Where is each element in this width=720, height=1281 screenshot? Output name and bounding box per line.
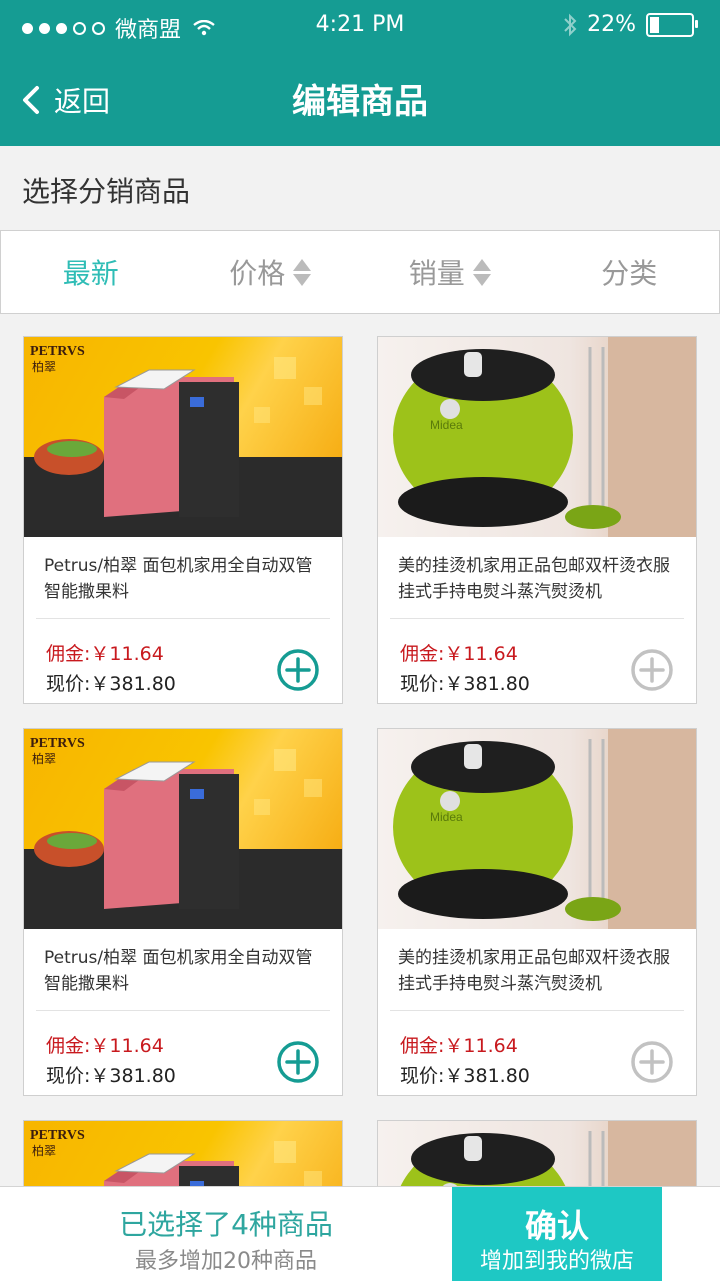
- garment-steamer-image: Midea: [398, 1121, 696, 1191]
- card-divider: [36, 1010, 330, 1011]
- price-text: 现价:￥381.80: [400, 1065, 530, 1087]
- product-image: Midea: [378, 1121, 696, 1191]
- bluetooth-icon: [564, 13, 577, 36]
- commission-text: 佣金:￥11.64: [400, 1035, 518, 1057]
- filter-category[interactable]: 分类: [540, 231, 720, 313]
- product-image: PETRVS 柏翠: [24, 1121, 342, 1191]
- product-card[interactable]: Midea: [377, 1120, 697, 1192]
- section-title: 选择分销商品: [22, 175, 191, 208]
- price-text: 现价:￥381.80: [46, 1065, 176, 1087]
- confirm-label: 确认: [524, 1207, 589, 1245]
- product-card[interactable]: PETRVS 柏翠 Petrus/柏翠 面包机家用全自动双管智能撒果料佣金:￥11.…: [23, 728, 343, 1096]
- filter-newest[interactable]: 最新: [1, 231, 181, 313]
- sort-arrows-icon: [293, 258, 312, 286]
- sort-arrows-icon: [472, 258, 491, 286]
- confirm-button[interactable]: 确认 增加到我的微店: [452, 1187, 662, 1281]
- battery-fill: [650, 16, 659, 33]
- garment-steamer-image: Midea: [393, 337, 696, 537]
- bread-maker-image: PETRVS柏翠: [24, 736, 342, 929]
- bottom-bar: 已选择了4种商品 最多增加20种商品 确认 增加到我的微店: [0, 1186, 720, 1281]
- product-image: PETRVS 柏翠: [24, 337, 342, 537]
- filter-label: 分类: [601, 257, 658, 290]
- product-card[interactable]: Midea 美的挂烫机家用正品包邮双杆烫衣服挂式手持电熨斗蒸汽熨烫机佣金:￥11.…: [377, 728, 697, 1096]
- product-title: 美的挂烫机家用正品包邮双杆烫衣服挂式手持电熨斗蒸汽熨烫机: [398, 556, 670, 602]
- add-product-icon[interactable]: [630, 1040, 674, 1084]
- product-card[interactable]: PETRVS 柏翠 Petrus/柏翠 面包机家用全自动双管智能撒果料佣金:￥11.…: [23, 336, 343, 704]
- add-product-icon[interactable]: [630, 648, 674, 692]
- product-image: PETRVS 柏翠: [24, 729, 342, 929]
- confirm-sublabel: 增加到我的微店: [479, 1249, 634, 1274]
- product-grid: PETRVS 柏翠 Petrus/柏翠 面包机家用全自动双管智能撒果料 佣金:￥11.…: [23, 336, 697, 1192]
- battery-cap: [695, 19, 698, 28]
- card-divider: [390, 1010, 684, 1011]
- selected-count: 已选择了4种商品: [119, 1208, 333, 1241]
- brand-logo-sub: 柏翠: [32, 751, 56, 766]
- filter-label: 销量: [408, 257, 465, 290]
- price-text: 现价:￥381.80: [46, 673, 176, 695]
- product-title: Petrus/柏翠 面包机家用全自动双管智能撒果料: [44, 556, 313, 602]
- status-bar: 微商盟 4:21 PM 22%: [0, 0, 720, 50]
- brand-logo-text: Midea: [430, 418, 463, 432]
- filter-sales[interactable]: 销量: [360, 231, 540, 313]
- product-title: 美的挂烫机家用正品包邮双杆烫衣服挂式手持电熨斗蒸汽熨烫机: [398, 948, 670, 994]
- product-card[interactable]: PETRVS 柏翠: [23, 1120, 343, 1192]
- garment-steamer-image: Midea: [393, 729, 696, 929]
- selection-summary: 已选择了4种商品 最多增加20种商品: [0, 1187, 452, 1281]
- filter-bar: 最新 价格 销量 分类: [0, 230, 720, 314]
- card-divider: [36, 618, 330, 619]
- product-image: Midea: [378, 337, 696, 537]
- page-title: 编辑商品: [292, 82, 428, 122]
- product-card[interactable]: Midea 美的挂烫机家用正品包邮双杆烫衣服挂式手持电熨斗蒸汽熨烫机佣金:￥11.…: [377, 336, 697, 704]
- commission-text: 佣金:￥11.64: [46, 643, 164, 665]
- status-right: 22%: [563, 12, 698, 37]
- bread-maker-image: PETRVS柏翠: [30, 1128, 322, 1191]
- battery-icon: [646, 12, 698, 37]
- filter-label: 最新: [62, 257, 119, 290]
- selection-limit: 最多增加20种商品: [135, 1249, 317, 1274]
- price-text: 现价:￥381.80: [400, 673, 530, 695]
- product-image: Midea: [378, 729, 696, 929]
- nav-bar: 返回 编辑商品: [0, 50, 720, 146]
- brand-logo-text: PETRVS: [30, 736, 85, 751]
- brand-logo-text: PETRVS: [30, 344, 85, 359]
- brand-logo-sub: 柏翠: [32, 1143, 56, 1158]
- bread-maker-image: PETRVS柏翠: [24, 344, 342, 537]
- card-divider: [390, 618, 684, 619]
- product-title: Petrus/柏翠 面包机家用全自动双管智能撒果料: [44, 948, 313, 994]
- filter-price[interactable]: 价格: [181, 231, 361, 313]
- add-product-icon[interactable]: [276, 648, 320, 692]
- brand-logo-text: Midea: [430, 810, 463, 824]
- brand-logo-sub: 柏翠: [32, 359, 56, 374]
- commission-text: 佣金:￥11.64: [400, 643, 518, 665]
- add-product-icon[interactable]: [276, 1040, 320, 1084]
- header: 微商盟 4:21 PM 22% 返回 编辑商品: [0, 0, 720, 146]
- brand-logo-text: PETRVS: [30, 1128, 85, 1143]
- filter-label: 价格: [229, 257, 286, 290]
- commission-text: 佣金:￥11.64: [46, 1035, 164, 1057]
- battery-percent: 22%: [587, 12, 636, 37]
